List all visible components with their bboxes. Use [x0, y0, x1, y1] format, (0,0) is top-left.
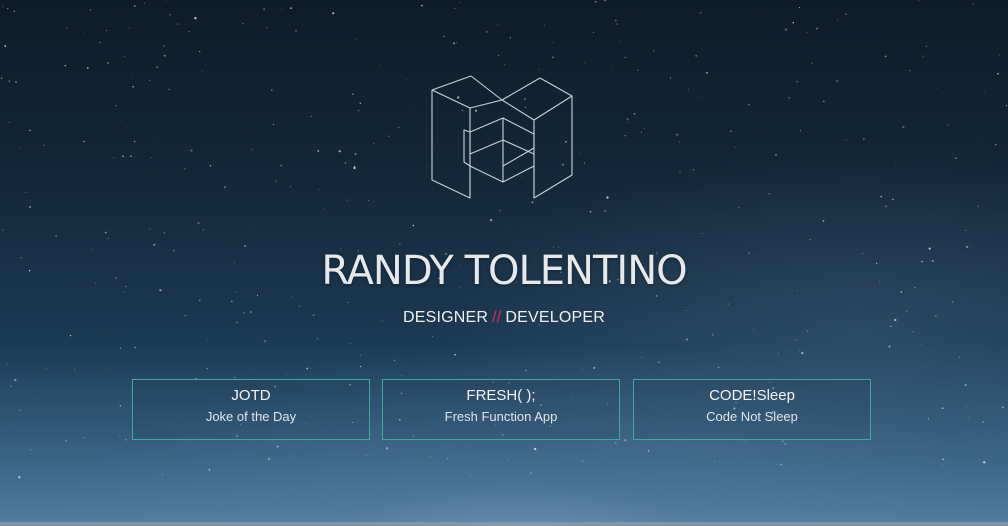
project-cards: JOTD Joke of the Day FRESH( ); Fresh Fun…	[132, 379, 872, 440]
tagline-separator: //	[492, 309, 502, 326]
hero-section: RANDY TOLENTINO DESIGNER//DEVELOPER JOTD…	[0, 0, 1008, 526]
geometric-m-logo-icon	[431, 75, 573, 199]
card-title: CODE!Sleep	[709, 387, 795, 404]
project-card-fresh[interactable]: FRESH( ); Fresh Function App	[382, 379, 620, 440]
tagline: DESIGNER//DEVELOPER	[0, 309, 1008, 327]
card-title: JOTD	[231, 387, 271, 404]
tagline-designer: DESIGNER	[402, 309, 489, 326]
project-card-codesleep[interactable]: CODE!Sleep Code Not Sleep	[633, 379, 871, 440]
card-subtitle: Joke of the Day	[205, 409, 297, 424]
card-subtitle: Code Not Sleep	[706, 409, 798, 424]
bottom-divider	[0, 522, 1008, 526]
tagline-developer: DEVELOPER	[505, 309, 606, 326]
card-subtitle: Fresh Function App	[444, 409, 558, 424]
project-card-jotd[interactable]: JOTD Joke of the Day	[132, 379, 370, 440]
card-title: FRESH( );	[466, 387, 536, 404]
page-title: RANDY TOLENTINO	[321, 248, 687, 294]
